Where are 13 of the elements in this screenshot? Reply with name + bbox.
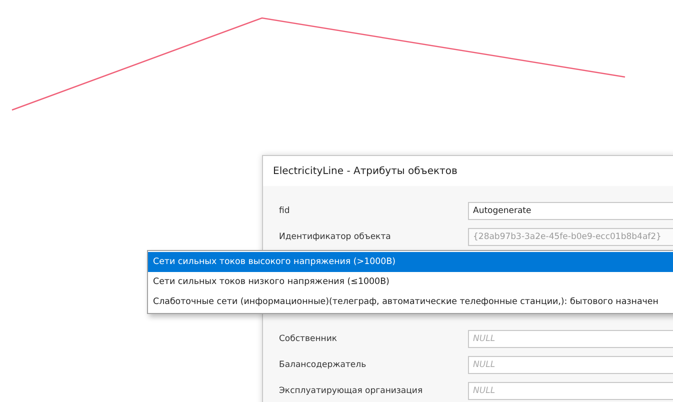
field-label: Собственник bbox=[279, 334, 338, 344]
input-field[interactable]: NULL bbox=[468, 382, 673, 400]
field-label: Эксплуатирующая организация bbox=[279, 386, 424, 396]
input-field[interactable]: NULL bbox=[468, 330, 673, 348]
input-field[interactable]: Autogenerate bbox=[468, 202, 673, 220]
dropdown-option[interactable]: Слаботочные сети (информационные)(телеграф, автоматические телефонные станции,): бытового назначен bbox=[148, 292, 673, 312]
window-title: ElectricityLine - Атрибуты объектов bbox=[263, 156, 673, 186]
dropdown-option[interactable]: Сети сильных токов высокого напряжения (>1000В) bbox=[148, 252, 673, 272]
field-label: fid bbox=[279, 206, 291, 216]
dropdown-option[interactable]: Сети сильных токов низкого напряжения (≤1000В) bbox=[148, 272, 673, 292]
input-field[interactable]: NULL bbox=[468, 356, 673, 374]
field-label: Идентификатор объекта bbox=[279, 232, 392, 242]
field-label: Балансодержатель bbox=[279, 360, 368, 370]
